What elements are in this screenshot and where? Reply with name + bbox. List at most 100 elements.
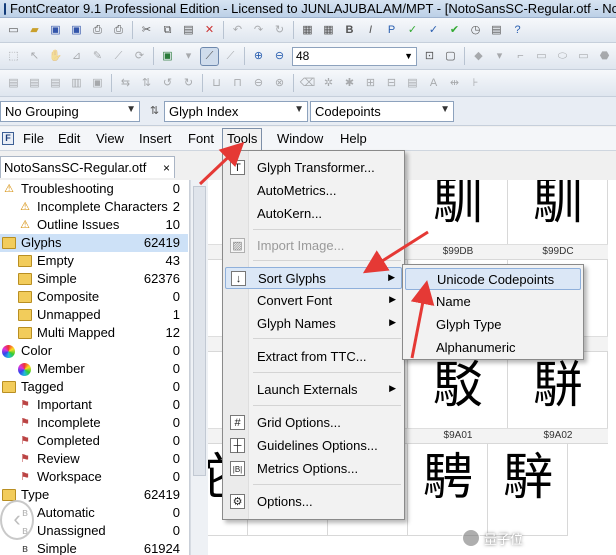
guides-icon[interactable]: ⊟	[383, 75, 400, 92]
rect-icon[interactable]: ▭	[575, 48, 592, 65]
tree-item[interactable]: Member 0	[0, 360, 188, 378]
print-preview-icon[interactable]: ⎙	[110, 22, 127, 39]
menu-item-glyph-transformer[interactable]: T Glyph Transformer...	[225, 157, 402, 179]
paste-icon[interactable]: ▤	[180, 22, 197, 39]
pointer-icon[interactable]: ↖	[26, 48, 43, 65]
glyph-properties-icon[interactable]: ▦	[320, 22, 337, 39]
rotate-right-icon[interactable]: ↻	[180, 75, 197, 92]
menu-tools[interactable]: Tools	[222, 128, 263, 150]
refresh-icon[interactable]: ↻	[271, 22, 288, 39]
menu-item-autokern[interactable]: AutoKern...	[225, 203, 402, 225]
tree-item[interactable]: Glyphs 62419	[0, 234, 188, 252]
zoom-combo[interactable]: 48 ▼	[292, 46, 417, 66]
ellipse-icon[interactable]: ⬭	[554, 48, 571, 65]
menu-item-convert-font[interactable]: Convert Font ▶	[225, 290, 402, 312]
eraser-icon[interactable]: ⌫	[299, 75, 316, 92]
rotate-left-icon[interactable]: ↺	[159, 75, 176, 92]
submenu-item-alphanumeric[interactable]: Alphanumeric	[405, 337, 581, 359]
submenu-item-glyph-type[interactable]: Glyph Type	[405, 314, 581, 336]
polygon-icon[interactable]: ⬣	[596, 48, 613, 65]
close-icon[interactable]: ×	[163, 161, 170, 175]
sort-by-select[interactable]: Glyph Index ▼	[164, 101, 308, 122]
menu-file[interactable]: File	[23, 131, 44, 146]
align-center-icon[interactable]: ▤	[26, 75, 43, 92]
snap-icon[interactable]: ⊞	[362, 75, 379, 92]
full-view-icon[interactable]: ▢	[442, 48, 459, 65]
intersect-icon[interactable]: ⊓	[229, 75, 246, 92]
tree-item[interactable]: Empty 43	[0, 252, 188, 270]
image-view-icon[interactable]: ▣	[159, 48, 176, 65]
tree-item[interactable]: ⚑ Completed 0	[0, 432, 188, 450]
submenu-item-unicode-codepoints[interactable]: Unicode Codepoints	[405, 268, 581, 290]
italic-icon[interactable]: I	[362, 22, 379, 39]
menu-item-grid-options[interactable]: # Grid Options...	[225, 412, 402, 434]
menu-help[interactable]: Help	[340, 131, 367, 146]
open-folder-icon[interactable]: ▰	[26, 22, 43, 39]
tree-item[interactable]: ⚑ Review 0	[0, 450, 188, 468]
glyph-cell[interactable]: 馴 $99DB	[408, 180, 508, 260]
glyph-cell[interactable]: 駁 $9A01	[408, 352, 508, 444]
save-icon[interactable]: ▣	[47, 22, 64, 39]
tree-item[interactable]: ⚠ Outline Issues 10	[0, 216, 188, 234]
save-all-icon[interactable]: ▣	[68, 22, 85, 39]
rotate-icon[interactable]: ⟳	[131, 48, 148, 65]
export-icon[interactable]: ▤	[488, 22, 505, 39]
kerning-icon[interactable]: ⇹	[446, 75, 463, 92]
align-left-icon[interactable]: ▤	[5, 75, 22, 92]
menu-item-autometrics[interactable]: AutoMetrics...	[225, 180, 402, 202]
dropdown-arrow-icon[interactable]: ▾	[180, 48, 197, 65]
delete-icon[interactable]: ✕	[201, 22, 218, 39]
test-icon[interactable]: ✓	[425, 22, 442, 39]
node-icon[interactable]: ◆	[470, 48, 487, 65]
menu-item-sort-glyphs[interactable]: ↓ Sort Glyphs ▶	[225, 267, 402, 289]
zoom-out-icon[interactable]: ⊖	[271, 48, 288, 65]
menu-item-launch-externals[interactable]: Launch Externals ▶	[225, 379, 402, 401]
web-icon[interactable]: ◷	[467, 22, 484, 39]
tree-item[interactable]: ʙ Simple 61924	[0, 540, 188, 555]
tree-item[interactable]: Tagged 0	[0, 378, 188, 396]
menu-item-extract-from-ttc[interactable]: Extract from TTC...	[225, 346, 402, 368]
submenu-item-name[interactable]: Name	[405, 291, 581, 313]
group-icon[interactable]: ▣	[89, 75, 106, 92]
tree-item[interactable]: ⚠ Incomplete Characters 2	[0, 198, 188, 216]
copy-icon[interactable]: ⧉	[159, 22, 176, 39]
document-tab[interactable]: NotoSansSC-Regular.otf ×	[0, 156, 175, 178]
new-font-icon[interactable]: ▭	[5, 22, 22, 39]
tree-item[interactable]: Composite 0	[0, 288, 188, 306]
subtract-icon[interactable]: ⊖	[250, 75, 267, 92]
menu-edit[interactable]: Edit	[58, 131, 80, 146]
corner-icon[interactable]: ⌐	[512, 48, 529, 65]
preview-icon[interactable]: P	[383, 22, 400, 39]
align-right-icon[interactable]: ▤	[47, 75, 64, 92]
union-icon[interactable]: ⊔	[208, 75, 225, 92]
validate-icon[interactable]: ✓	[404, 22, 421, 39]
glyph-cell[interactable]: 騂	[488, 444, 568, 536]
menu-item-options[interactable]: ⚙ Options...	[225, 491, 402, 513]
install-icon[interactable]: ✔	[446, 22, 463, 39]
flip-vertical-icon[interactable]: ⇅	[138, 75, 155, 92]
tree-item[interactable]: Simple 62376	[0, 270, 188, 288]
tree-item[interactable]: ⚑ Workspace 0	[0, 468, 188, 486]
help-icon[interactable]: ?	[509, 22, 526, 39]
menu-item-metrics-options[interactable]: |B| Metrics Options...	[225, 458, 402, 480]
undo-icon[interactable]: ↶	[229, 22, 246, 39]
menu-insert[interactable]: Insert	[139, 131, 172, 146]
tree-item[interactable]: ⚠ Troubleshooting 0	[0, 180, 188, 198]
display-select[interactable]: Codepoints ▼	[310, 101, 454, 122]
knife-icon[interactable]: ⟋	[110, 48, 127, 65]
glyph-edit-icon[interactable]: A	[425, 75, 442, 92]
grouping-select[interactable]: No Grouping ▼	[0, 101, 140, 122]
exclude-icon[interactable]: ⊗	[271, 75, 288, 92]
metrics-tool-icon[interactable]: ⊦	[467, 75, 484, 92]
bug-icon[interactable]: ✱	[341, 75, 358, 92]
glyph-cell[interactable]: 駢 $9A02	[508, 352, 608, 444]
menu-view[interactable]: View	[96, 131, 124, 146]
tree-item[interactable]: Type 62419	[0, 486, 188, 504]
pen-icon[interactable]: ✎	[89, 48, 106, 65]
print-icon[interactable]: ⎙	[89, 22, 106, 39]
glyph-cell[interactable]: 騁	[408, 444, 488, 536]
contour-icon[interactable]: ▭	[533, 48, 550, 65]
menu-item-glyph-names[interactable]: Glyph Names ▶	[225, 313, 402, 335]
cut-icon[interactable]: ✂	[138, 22, 155, 39]
menu-font[interactable]: Font	[188, 131, 214, 146]
